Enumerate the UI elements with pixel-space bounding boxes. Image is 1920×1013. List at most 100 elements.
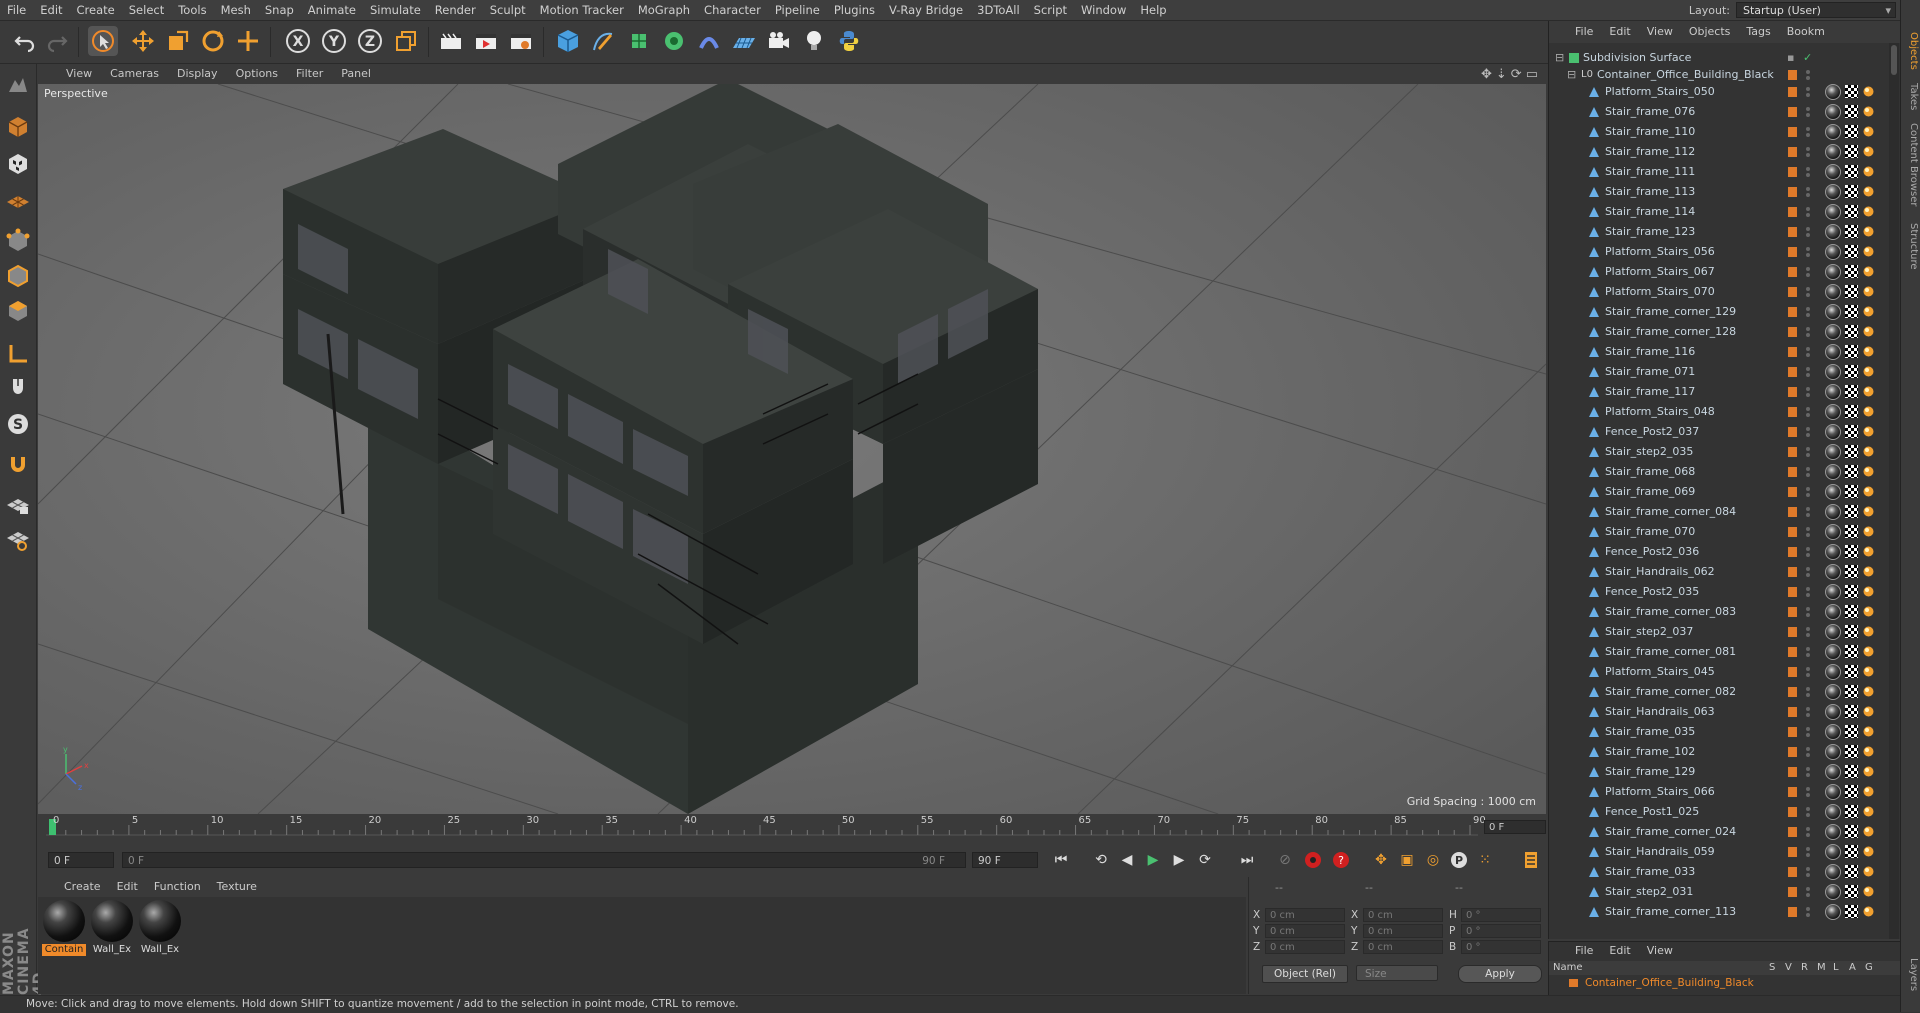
menu-simulate[interactable]: Simulate — [363, 0, 428, 20]
viewport-menu-view[interactable]: View — [38, 65, 101, 83]
uvw-tag-icon[interactable] — [1845, 265, 1858, 278]
material-menu-texture[interactable]: Texture — [209, 877, 265, 897]
material-tag-icon[interactable] — [1825, 584, 1841, 600]
autokey-icon[interactable]: ? — [1330, 849, 1352, 871]
visibility-dots-icon[interactable] — [1806, 746, 1810, 758]
tree-item[interactable]: Stair_frame_corner_084 — [1549, 502, 1889, 522]
uvw-tag-icon[interactable] — [1845, 505, 1858, 518]
phong-tag-icon[interactable] — [1862, 205, 1875, 218]
uvw-tag-icon[interactable] — [1845, 705, 1858, 718]
x-axis-icon[interactable]: X — [283, 26, 313, 56]
phong-tag-icon[interactable] — [1862, 225, 1875, 238]
menu-script[interactable]: Script — [1027, 0, 1074, 20]
uvw-tag-icon[interactable] — [1845, 285, 1858, 298]
tree-item[interactable]: Platform_Stairs_045 — [1549, 662, 1889, 682]
phong-tag-icon[interactable] — [1862, 465, 1875, 478]
tree-item[interactable]: Stair_frame_112 — [1549, 142, 1889, 162]
phong-tag-icon[interactable] — [1862, 625, 1875, 638]
tree-item[interactable]: Platform_Stairs_050 — [1549, 82, 1889, 102]
go-to-end-icon[interactable]: ⏭ — [1236, 849, 1258, 871]
tree-item[interactable]: Platform_Stairs_048 — [1549, 402, 1889, 422]
menu-mesh[interactable]: Mesh — [214, 0, 258, 20]
visibility-dots-icon[interactable] — [1806, 346, 1810, 358]
menu-file[interactable]: File — [0, 0, 33, 20]
side-tab-takes[interactable]: Takes — [1903, 80, 1919, 114]
uvw-tag-icon[interactable] — [1845, 625, 1858, 638]
uvw-tag-icon[interactable] — [1845, 245, 1858, 258]
layer-color-swatch[interactable] — [1788, 727, 1797, 737]
make-editable-icon[interactable] — [3, 70, 33, 100]
step-forward-icon[interactable]: ▶ — [1168, 849, 1190, 871]
material-tag-icon[interactable] — [1825, 464, 1841, 480]
visibility-dots-icon[interactable] — [1806, 526, 1810, 538]
visibility-dots-icon[interactable] — [1806, 166, 1810, 178]
uvw-tag-icon[interactable] — [1845, 445, 1858, 458]
render-view-icon[interactable] — [436, 26, 466, 56]
model-mode-icon[interactable] — [3, 112, 33, 142]
visibility-dots-icon[interactable] — [1806, 786, 1810, 798]
uvw-tag-icon[interactable] — [1845, 105, 1858, 118]
end-frame-field[interactable]: 90 F — [972, 852, 1038, 868]
orbit-icon[interactable]: ⟳ — [1511, 67, 1522, 82]
phong-tag-icon[interactable] — [1862, 285, 1875, 298]
phong-tag-icon[interactable] — [1862, 445, 1875, 458]
phong-tag-icon[interactable] — [1862, 105, 1875, 118]
layer-color-swatch[interactable] — [1788, 767, 1797, 777]
layer-color-swatch[interactable] — [1788, 907, 1797, 917]
uvw-tag-icon[interactable] — [1845, 745, 1858, 758]
visibility-dots-icon[interactable] — [1806, 246, 1810, 258]
phong-tag-icon[interactable] — [1862, 245, 1875, 258]
tree-item[interactable]: Platform_Stairs_067 — [1549, 262, 1889, 282]
visibility-dots-icon[interactable] — [1806, 286, 1810, 298]
scale-icon[interactable] — [163, 26, 193, 56]
phong-tag-icon[interactable] — [1862, 125, 1875, 138]
uvw-tag-icon[interactable] — [1845, 645, 1858, 658]
material-tag-icon[interactable] — [1825, 284, 1841, 300]
layer-color-swatch[interactable] — [1788, 787, 1797, 797]
pan-icon[interactable]: ✥ — [1481, 67, 1492, 82]
material-tag-icon[interactable] — [1825, 844, 1841, 860]
menu-render[interactable]: Render — [428, 0, 483, 20]
material-tag-icon[interactable] — [1825, 484, 1841, 500]
uvw-tag-icon[interactable] — [1845, 885, 1858, 898]
move-icon[interactable] — [128, 26, 158, 56]
menu-vray-bridge[interactable]: V-Ray Bridge — [882, 0, 970, 20]
uvw-tag-icon[interactable] — [1845, 385, 1858, 398]
key-position-icon[interactable]: ✥ — [1370, 849, 1392, 871]
om-menu-file[interactable]: File — [1549, 21, 1601, 43]
render-picture-viewer-icon[interactable] — [471, 26, 501, 56]
material-tag-icon[interactable] — [1825, 764, 1841, 780]
uvw-tag-icon[interactable] — [1845, 325, 1858, 338]
menu-pipeline[interactable]: Pipeline — [768, 0, 827, 20]
size-x-field[interactable]: 0 cm — [1363, 908, 1443, 922]
tree-item[interactable]: Stair_frame_corner_128 — [1549, 322, 1889, 342]
camera-icon[interactable] — [764, 26, 794, 56]
visibility-dots-icon[interactable] — [1806, 726, 1810, 738]
layer-color-swatch[interactable] — [1788, 547, 1797, 557]
uvw-tag-icon[interactable] — [1845, 685, 1858, 698]
layer-color-swatch[interactable] — [1788, 307, 1797, 317]
om-menu-tags[interactable]: Tags — [1738, 21, 1778, 43]
uvw-tag-icon[interactable] — [1845, 525, 1858, 538]
texture-mode-icon[interactable] — [3, 149, 33, 179]
uvw-tag-icon[interactable] — [1845, 205, 1858, 218]
timeline-ruler[interactable]: 0 5 10 15 20 25 30 35 40 45 50 55 60 65 70 75 80 85 90 — [38, 815, 1546, 849]
phong-tag-icon[interactable] — [1862, 185, 1875, 198]
subdivision-surface-icon[interactable] — [624, 26, 654, 56]
tree-item[interactable]: Fence_Post2_037 — [1549, 422, 1889, 442]
tree-item[interactable]: Stair_Handrails_062 — [1549, 562, 1889, 582]
menu-tools[interactable]: Tools — [171, 0, 213, 20]
phong-tag-icon[interactable] — [1862, 505, 1875, 518]
lm-menu-view[interactable]: View — [1639, 943, 1681, 959]
visibility-dots-icon[interactable] — [1806, 486, 1810, 498]
tree-item[interactable]: Stair_frame_corner_113 — [1549, 902, 1889, 922]
visibility-dots-icon[interactable] — [1806, 606, 1810, 618]
material-tag-icon[interactable] — [1825, 704, 1841, 720]
rotation-h-field[interactable]: 0 ° — [1461, 908, 1541, 922]
tree-item[interactable]: Stair_frame_123 — [1549, 222, 1889, 242]
visibility-dots-icon[interactable] — [1806, 686, 1810, 698]
tree-item[interactable]: Stair_frame_113 — [1549, 182, 1889, 202]
menu-3dtoall[interactable]: 3DToAll — [970, 0, 1027, 20]
layer-color-swatch[interactable] — [1788, 587, 1797, 597]
visibility-dots-icon[interactable] — [1806, 366, 1810, 378]
